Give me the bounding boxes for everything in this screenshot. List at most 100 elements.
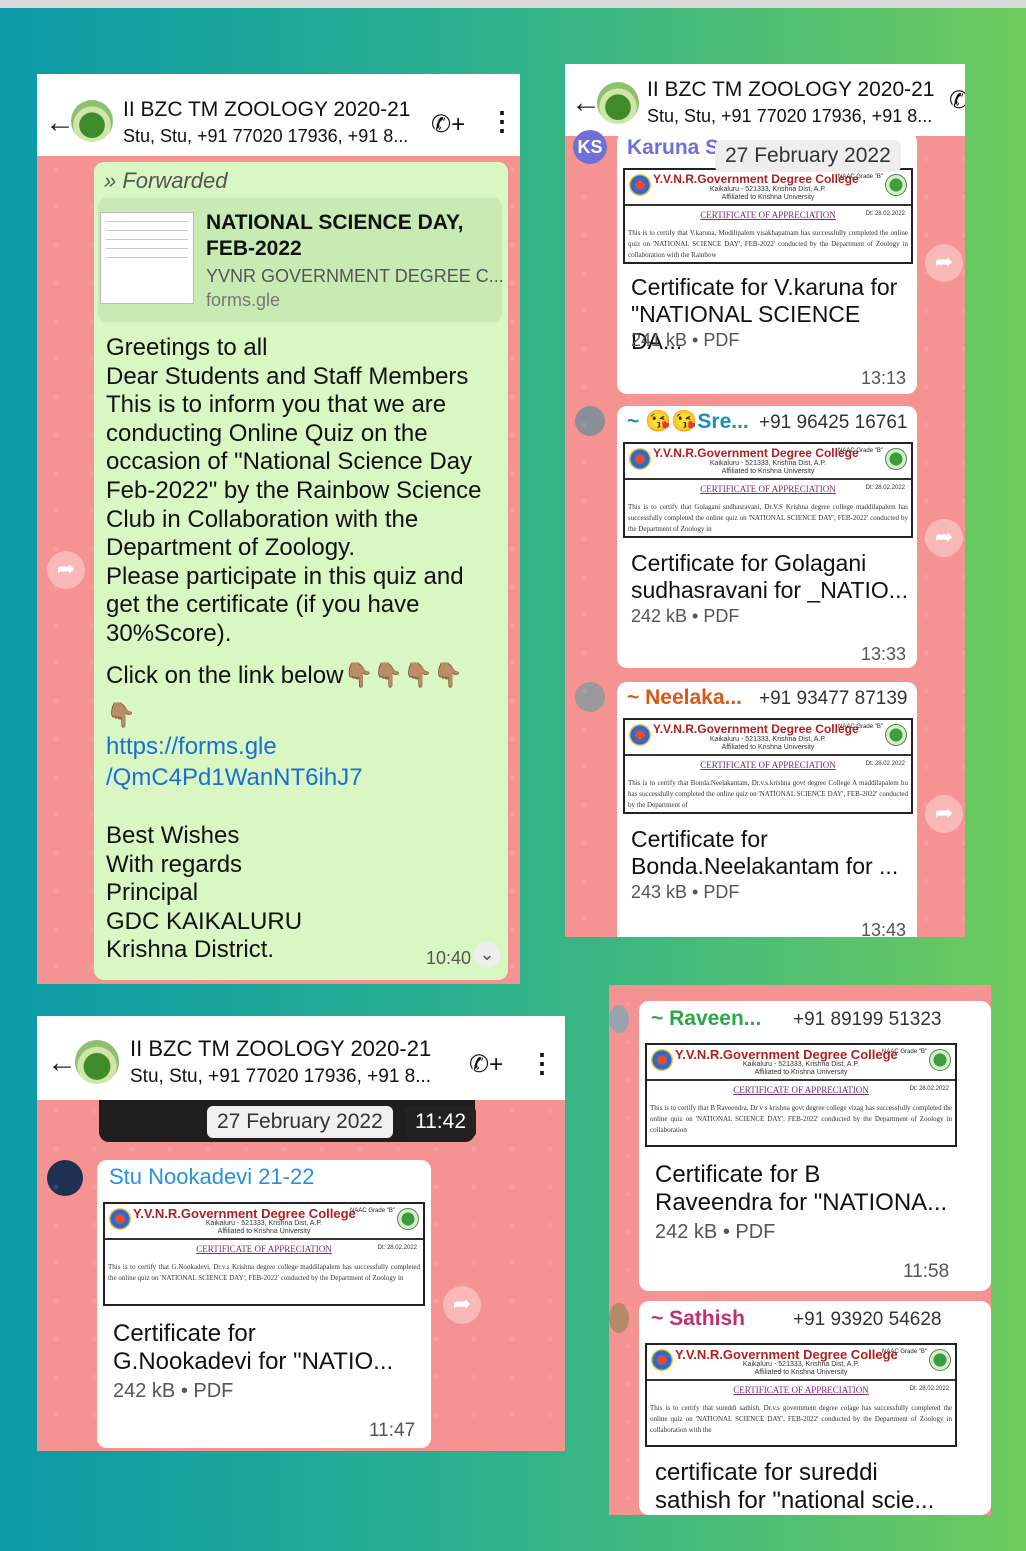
message-bubble[interactable]: ~ Raveen... +91 89199 51323 Y.V.N.R.Gove…	[639, 1001, 991, 1291]
group-name[interactable]: II BZC TM ZOOLOGY 2020-21	[123, 98, 411, 122]
cert-date: Dt: 28.02.2022	[377, 1245, 417, 1251]
file-meta: 243 kB • PDF	[631, 882, 740, 902]
cert-rule	[647, 1379, 955, 1381]
cert-address: Kaikaluru - 521333, Krishna Dist, A.P.	[205, 1220, 323, 1227]
cert-address: Kaikaluru - 521333, Krishna Dist, A.P.	[709, 186, 827, 193]
link-preview-domain: forms.gle	[206, 290, 281, 310]
add-call-icon[interactable]: ✆	[949, 86, 965, 115]
message-bubble[interactable]: Stu Nookadevi 21-22 Y.V.N.R.Government D…	[97, 1160, 431, 1448]
chevron-down-icon[interactable]: ⌄	[474, 942, 500, 968]
cert-body: This is to certify that Golagani sudhasr…	[628, 503, 908, 533]
cert-college: Y.V.N.R.Government Degree College	[653, 172, 859, 186]
sender-name[interactable]: Karuna S	[627, 136, 719, 160]
message-time: 13:13	[861, 368, 907, 388]
sender-phone: +91 96425 16761	[759, 412, 908, 433]
cert-naac: NAAC Grade "B"	[882, 1349, 927, 1355]
cert-date: Dt: 28.02.2022	[865, 485, 905, 491]
sender-phone: +91 93920 54628	[793, 1309, 942, 1330]
cert-college: Y.V.N.R.Government Degree College	[653, 722, 859, 736]
add-call-icon[interactable]: ✆+	[431, 110, 465, 139]
form-link[interactable]: https://forms.gle /QmC4Pd1WanNT6ihJ7	[106, 731, 502, 793]
cert-body: This is to certify that sureddi sathish,…	[650, 1404, 952, 1434]
message-bubble[interactable]: ~ Sathish +91 93920 54628 Y.V.N.R.Govern…	[639, 1301, 991, 1515]
message-text: Greetings to all Dear Students and Staff…	[106, 334, 482, 647]
forwarded-label: » Forwarded	[104, 168, 228, 193]
file-meta: 241 kB • PDF	[631, 330, 740, 350]
message-time: 11:58	[903, 1261, 950, 1282]
certificate-preview[interactable]: Y.V.N.R.Government Degree College NAAC G…	[623, 442, 913, 538]
cert-affiliation: Affiliated to Krishna University	[217, 1228, 311, 1235]
screenshot-panel-1: ← II BZC TM ZOOLOGY 2020-21 Stu, Stu, +9…	[37, 74, 520, 984]
forward-arrow-icon[interactable]: ➦	[925, 244, 963, 282]
cert-affiliation: Affiliated to Krishna University	[721, 744, 815, 751]
arrow-left-icon[interactable]: ←	[47, 1048, 77, 1078]
group-members[interactable]: Stu, Stu, +91 77020 17936, +91 8...	[123, 126, 408, 147]
sender-name[interactable]: ~ 😘😘Sre...	[627, 410, 749, 434]
more-vertical-icon[interactable]: ⋮	[529, 1050, 555, 1076]
cert-naac: NAAC Grade "B"	[882, 1049, 927, 1055]
file-meta: 242 kB • PDF	[631, 606, 740, 626]
link-preview[interactable]: NATIONAL SCIENCE DAY, FEB-2022 YVNR GOVE…	[98, 198, 504, 322]
file-caption: Certificate for Bonda.Neelakantam for ..…	[631, 826, 899, 879]
cert-rule	[625, 204, 911, 206]
group-members[interactable]: Stu, Stu, +91 77020 17936, +91 8...	[647, 106, 932, 127]
message-bubble[interactable]: ~ 😘😘Sre... +91 96425 16761 Y.V.N.R.Gover…	[617, 406, 917, 668]
more-vertical-icon[interactable]: ⋮	[489, 108, 515, 134]
forwarded-message-bubble[interactable]: » Forwarded NATIONAL SCIENCE DAY, FEB-20…	[94, 162, 508, 980]
cert-date: Dt: 28.02.2022	[909, 1386, 949, 1392]
group-name[interactable]: II BZC TM ZOOLOGY 2020-21	[130, 1036, 431, 1062]
link-preview-title: NATIONAL SCIENCE DAY, FEB-2022	[206, 211, 464, 260]
cert-address: Kaikaluru - 521333, Krishna Dist, A.P.	[709, 460, 827, 467]
forward-arrow-icon[interactable]: ➦	[443, 1286, 481, 1324]
cert-body: This is to certify that G.Nookadevi, Dr.…	[108, 1263, 420, 1282]
group-avatar[interactable]	[597, 82, 639, 124]
forward-arrow-icon[interactable]: ➦	[47, 551, 85, 589]
sender-avatar[interactable]	[609, 1005, 629, 1033]
sender-phone: +91 89199 51323	[793, 1009, 942, 1030]
link-preview-site: YVNR GOVERNMENT DEGREE C...	[206, 266, 504, 286]
file-caption: certificate for sureddi sathish for "nat…	[655, 1459, 935, 1514]
click-line: Click on the link below👇🏽👇🏽👇🏽👇🏽 👇🏽	[106, 662, 463, 729]
cert-body: This is to certify that B Raveendra, Dr …	[650, 1104, 952, 1134]
file-caption: Certificate for Golagani sudhasravani fo…	[631, 550, 908, 603]
sender-avatar[interactable]	[575, 682, 605, 712]
top-strip	[0, 0, 1026, 8]
certificate-preview[interactable]: Y.V.N.R.Government Degree College NAAC G…	[103, 1202, 425, 1306]
screenshot-panel-2: ← II BZC TM ZOOLOGY 2020-21 Stu, Stu, +9…	[565, 64, 965, 937]
cert-naac: NAAC Grade "B"	[838, 174, 883, 180]
cert-rule	[105, 1238, 423, 1240]
screenshot-panel-4: ~ Raveen... +91 89199 51323 Y.V.N.R.Gove…	[609, 985, 991, 1515]
screenshot-panel-3: ← II BZC TM ZOOLOGY 2020-21 Stu, Stu, +9…	[37, 1016, 565, 1451]
file-caption: Certificate for G.Nookadevi for "NATIO..…	[113, 1320, 394, 1375]
date-pill: 27 February 2022	[715, 140, 901, 172]
group-avatar[interactable]	[75, 1040, 119, 1084]
group-members[interactable]: Stu, Stu, +91 77020 17936, +91 8...	[130, 1066, 431, 1088]
chat-header: ← II BZC TM ZOOLOGY 2020-21 Stu, Stu, +9…	[37, 74, 520, 156]
certificate-preview[interactable]: Y.V.N.R.Government Degree College NAAC G…	[645, 1343, 957, 1447]
group-name[interactable]: II BZC TM ZOOLOGY 2020-21	[647, 78, 935, 102]
cert-address: Kaikaluru - 521333, Krishna Dist, A.P.	[742, 1361, 860, 1368]
time-pill: 11:42	[405, 1106, 476, 1138]
sender-name[interactable]: ~ Raveen...	[651, 1007, 761, 1031]
message-bubble[interactable]: ~ Neelaka... +91 93477 87139 Y.V.N.R.Gov…	[617, 682, 917, 937]
certificate-preview[interactable]: Y.V.N.R.Government Degree College NAAC G…	[623, 718, 913, 814]
sender-name[interactable]: ~ Sathish	[651, 1307, 745, 1331]
sender-name[interactable]: ~ Neelaka...	[627, 686, 742, 710]
forward-arrow-icon[interactable]: ➦	[925, 519, 963, 557]
forward-arrow-icon[interactable]: ➦	[925, 795, 963, 833]
cert-naac: NAAC Grade "B"	[838, 448, 883, 454]
message-time: 13:43	[861, 920, 907, 937]
group-avatar[interactable]	[71, 100, 113, 142]
sender-avatar[interactable]	[609, 1303, 629, 1333]
certificate-preview[interactable]: Y.V.N.R.Government Degree College NAAC G…	[623, 168, 913, 264]
add-call-icon[interactable]: ✆+	[469, 1050, 503, 1079]
sender-avatar[interactable]	[575, 406, 605, 436]
sender-avatar[interactable]	[47, 1160, 83, 1196]
message-time: 13:33	[861, 644, 907, 664]
cert-affiliation: Affiliated to Krishna University	[754, 1069, 848, 1076]
cert-date: Dt: 28.02.2022	[909, 1086, 949, 1092]
chat-header: ← II BZC TM ZOOLOGY 2020-21 Stu, Stu, +9…	[565, 64, 965, 136]
certificate-preview[interactable]: Y.V.N.R.Government Degree College NAAC G…	[645, 1043, 957, 1147]
sender-avatar[interactable]: KS	[573, 130, 607, 164]
sender-name[interactable]: Stu Nookadevi 21-22	[109, 1164, 314, 1190]
